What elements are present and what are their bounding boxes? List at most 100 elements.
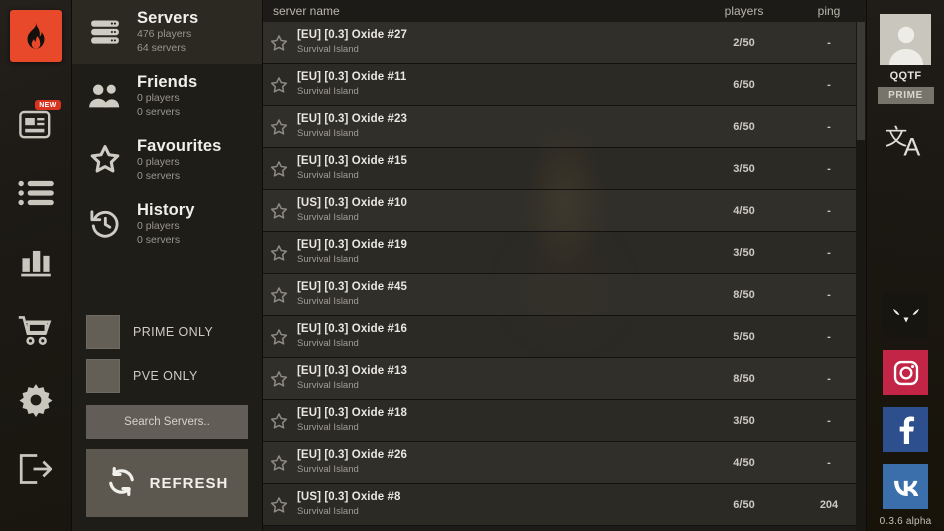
server-name: [US] [0.3] Oxide #10 [297, 197, 408, 210]
table-row[interactable]: [EU] [0.3] Oxide #19 Survival Island 3/50 - [263, 232, 866, 274]
favourite-star-icon[interactable] [263, 118, 295, 136]
server-name: [US] [0.3] Oxide #8 [297, 491, 401, 504]
column-header-ping[interactable]: ping [792, 4, 866, 18]
table-row[interactable]: [EU] [0.3] Oxide #13 Survival Island 8/50 - [263, 358, 866, 400]
category-title: Servers [137, 9, 199, 27]
table-row[interactable]: [EU] [0.3] Oxide #27 Survival Island 2/50 - [263, 22, 866, 64]
language-translate-icon[interactable]: 文 A [884, 122, 926, 163]
column-header-server-name[interactable]: server name [273, 4, 696, 18]
table-row[interactable]: [EU] [0.3] Oxide #23 Survival Island 6/50 - [263, 106, 866, 148]
table-row[interactable]: [EU] [0.3] Oxide #45 Survival Island 8/50 - [263, 274, 866, 316]
avatar[interactable] [880, 14, 931, 65]
favourite-star-icon[interactable] [263, 496, 295, 514]
server-map: Survival Island [297, 463, 359, 475]
server-ping: - [827, 456, 831, 469]
server-ping: - [827, 36, 831, 49]
server-ping: - [827, 414, 831, 427]
table-row[interactable]: [EU] [0.3] Oxide #16 Survival Island 5/50 - [263, 316, 866, 358]
server-name: [EU] [0.3] Oxide #27 [297, 29, 408, 42]
server-name: [EU] [0.3] Oxide #15 [297, 155, 408, 168]
prime-only-label: PRIME ONLY [133, 325, 214, 339]
favourite-star-icon[interactable] [263, 328, 295, 346]
rail-item-store[interactable] [10, 305, 62, 357]
server-name: [EU] [0.3] Oxide #13 [297, 365, 408, 378]
table-row[interactable]: [US] [0.3] Oxide #10 Survival Island 4/50 - [263, 190, 866, 232]
server-map: Survival Island [297, 505, 359, 517]
server-map: Survival Island [297, 379, 359, 391]
server-map: Survival Island [297, 211, 359, 223]
twitter-bird-icon[interactable] [883, 293, 928, 338]
favourite-star-icon[interactable] [263, 286, 295, 304]
news-new-badge: NEW [35, 100, 61, 110]
sidebar-item-favourites[interactable]: Favourites 0 players 0 servers [72, 128, 262, 192]
filter-pve-only[interactable]: PVE ONLY [86, 359, 248, 393]
facebook-icon[interactable] [883, 407, 928, 452]
server-players: 5/50 [733, 330, 755, 343]
server-ping: - [827, 204, 831, 217]
server-ping: - [827, 78, 831, 91]
server-map: Survival Island [297, 421, 359, 433]
prime-only-checkbox[interactable] [86, 315, 120, 349]
rail-item-stats[interactable] [10, 236, 62, 288]
favourite-star-icon[interactable] [263, 244, 295, 262]
table-row[interactable]: [EU] [0.3] Oxide #26 Survival Island 4/50 - [263, 442, 866, 484]
list-column-headers: server name players ping [263, 0, 866, 22]
favourite-star-icon[interactable] [263, 412, 295, 430]
server-ping: - [827, 330, 831, 343]
sidebar-item-servers[interactable]: Servers 476 players 64 servers [72, 0, 262, 64]
rail-item-news[interactable]: NEW [10, 98, 62, 150]
list-scrollbar[interactable] [856, 22, 866, 531]
server-ping: - [827, 288, 831, 301]
sidebar-item-history[interactable]: History 0 players 0 servers [72, 192, 262, 256]
favourite-star-icon[interactable] [263, 202, 295, 220]
server-name: [EU] [0.3] Oxide #45 [297, 281, 408, 294]
filter-prime-only[interactable]: PRIME ONLY [86, 315, 248, 349]
favourite-star-icon[interactable] [263, 160, 295, 178]
category-servers: 0 servers [137, 106, 181, 119]
favourite-star-icon[interactable] [263, 76, 295, 94]
server-players: 8/50 [733, 372, 755, 385]
favourite-star-icon[interactable] [263, 370, 295, 388]
server-map: Survival Island [297, 127, 359, 139]
favourite-star-icon[interactable] [263, 454, 295, 472]
vk-icon[interactable] [883, 464, 928, 509]
server-players: 4/50 [733, 204, 755, 217]
table-row[interactable]: [EU] [0.3] Oxide #18 Survival Island 3/50 - [263, 400, 866, 442]
server-ping: - [827, 372, 831, 385]
table-row[interactable]: [EU] [0.3] Oxide #15 Survival Island 3/50 - [263, 148, 866, 190]
server-name: [EU] [0.3] Oxide #19 [297, 239, 408, 252]
rail-item-settings[interactable] [10, 374, 62, 426]
history-clock-icon [86, 208, 124, 239]
favourite-star-icon[interactable] [263, 34, 295, 52]
rail-item-server-list[interactable] [10, 167, 62, 219]
category-players: 0 players [137, 220, 180, 233]
column-header-players[interactable]: players [696, 4, 792, 18]
server-map: Survival Island [297, 43, 359, 55]
sidebar-item-friends[interactable]: Friends 0 players 0 servers [72, 64, 262, 128]
pve-only-checkbox[interactable] [86, 359, 120, 393]
server-list-panel: server name players ping [EU] [0.3] Oxid… [263, 0, 866, 531]
rail-item-exit[interactable] [10, 443, 62, 495]
refresh-button[interactable]: REFRESH [86, 449, 248, 517]
left-icon-rail: NEW [0, 0, 72, 531]
server-map: Survival Island [297, 169, 359, 181]
category-players: 0 players [137, 92, 180, 105]
category-servers: 0 servers [137, 234, 181, 247]
server-players: 4/50 [733, 456, 755, 469]
version-label: 0.3.6 alpha [879, 516, 932, 527]
category-title: Favourites [137, 136, 222, 155]
server-map: Survival Island [297, 337, 359, 349]
table-row[interactable]: [US] [0.3] Oxide #8 Survival Island 6/50 20… [263, 484, 866, 526]
servers-rack-icon [86, 17, 124, 47]
instagram-icon[interactable] [883, 350, 928, 395]
server-players: 8/50 [733, 288, 755, 301]
server-ping: - [827, 120, 831, 133]
scrollbar-thumb[interactable] [857, 22, 865, 140]
social-links [883, 293, 928, 513]
category-players: 476 players [137, 28, 192, 41]
table-row[interactable]: [EU] [0.3] Oxide #11 Survival Island 6/50 - [263, 64, 866, 106]
server-name: [EU] [0.3] Oxide #23 [297, 113, 408, 126]
server-ping: 204 [819, 498, 839, 511]
search-input[interactable] [86, 405, 248, 439]
category-title: History [137, 200, 195, 219]
